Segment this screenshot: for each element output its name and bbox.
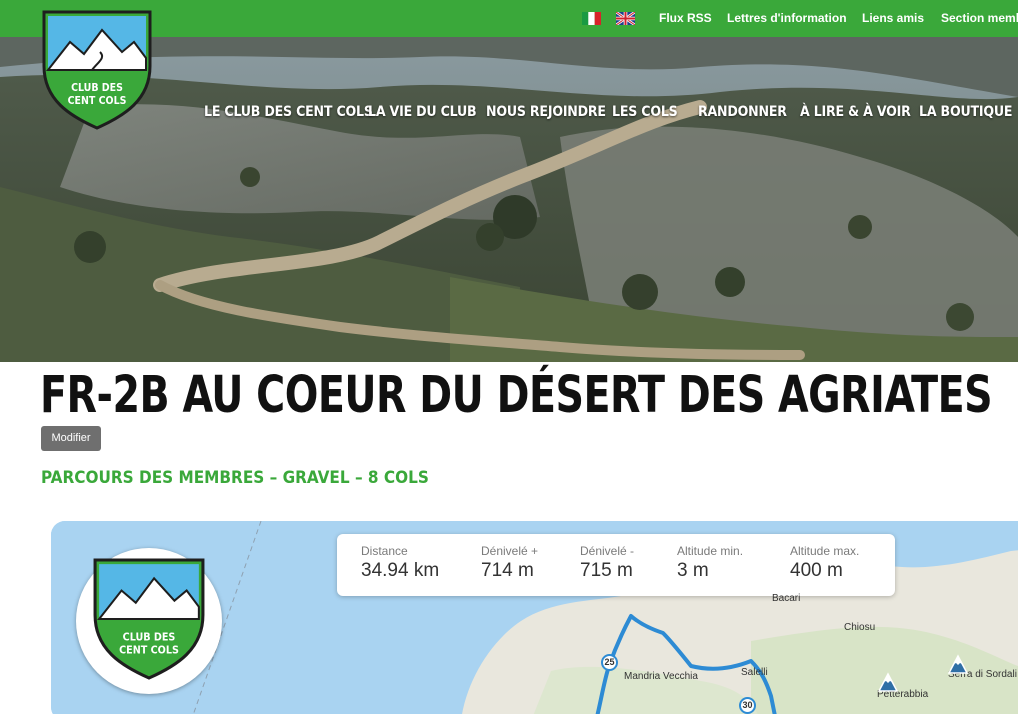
stat-distance: Distance 34.94 km: [361, 544, 439, 582]
stat-distance-label: Distance: [361, 544, 408, 558]
route-map[interactable]: CLUB DES CENT COLS Distance 34.94 km Dén…: [51, 521, 1018, 714]
nav-passes[interactable]: LES COLS: [612, 104, 678, 120]
stat-min-altitude-value: 3 m: [677, 560, 709, 581]
route-marker[interactable]: 30: [739, 697, 756, 714]
stat-elevation-loss-value: 715 m: [580, 560, 633, 581]
stat-max-altitude-value: 400 m: [790, 560, 843, 581]
page-title: FR-2B AU COEUR DU DÉSERT DES AGRIATES: [40, 366, 993, 425]
newsletter-link[interactable]: Lettres d'information: [727, 11, 847, 25]
friends-links-link[interactable]: Liens amis: [862, 11, 924, 25]
italian-flag-icon[interactable]: [582, 12, 601, 25]
nav-club-life[interactable]: LA VIE DU CLUB: [368, 104, 477, 120]
stat-elevation-gain-label: Dénivelé +: [481, 544, 539, 558]
nav-join[interactable]: NOUS REJOINDRE: [486, 104, 606, 120]
stat-elevation-gain: Dénivelé + 714 m: [481, 544, 538, 582]
stat-elevation-loss: Dénivelé - 715 m: [580, 544, 634, 582]
stat-min-altitude: Altitude min. 3 m: [677, 544, 743, 582]
mountain-pass-icon[interactable]: [877, 671, 899, 693]
stat-max-altitude-label: Altitude max.: [790, 544, 860, 558]
uk-flag-icon[interactable]: [616, 12, 635, 25]
map-logo-text-line2: CENT COLS: [119, 644, 179, 657]
rss-feed-link[interactable]: Flux RSS: [659, 11, 712, 25]
mountain-pass-icon[interactable]: [947, 653, 969, 675]
logo-text-line1: CLUB DES: [71, 82, 123, 94]
nav-shop[interactable]: LA BOUTIQUE: [919, 104, 1013, 120]
route-marker[interactable]: 25: [601, 654, 618, 671]
place-mandria-vecchia: Mandria Vecchia: [624, 671, 698, 682]
stat-max-altitude: Altitude max. 400 m: [790, 544, 859, 582]
map-club-logo: CLUB DES CENT COLS: [93, 558, 205, 680]
nav-hiking[interactable]: RANDONNER: [698, 104, 787, 120]
place-salelli: Salelli: [741, 667, 768, 678]
stat-elevation-loss-label: Dénivelé -: [580, 544, 635, 558]
place-bacari: Bacari: [772, 593, 801, 604]
club-logo[interactable]: CLUB DES CENT COLS: [40, 8, 154, 130]
logo-text-line2: CENT COLS: [68, 95, 127, 107]
stat-distance-value: 34.94 km: [361, 560, 440, 581]
stat-min-altitude-label: Altitude min.: [677, 544, 744, 558]
nav-read-watch[interactable]: À LIRE & À VOIR: [800, 104, 911, 120]
stat-elevation-gain-value: 714 m: [481, 560, 534, 581]
edit-button[interactable]: Modifier: [41, 426, 101, 451]
nav-club[interactable]: LE CLUB DES CENT COLS: [204, 104, 373, 120]
members-section-link[interactable]: Section memb: [941, 11, 1018, 25]
page-subtitle: PARCOURS DES MEMBRES – GRAVEL – 8 COLS: [41, 468, 429, 488]
map-logo-text-line1: CLUB DES: [123, 630, 176, 643]
place-chiosu: Chiosu: [844, 622, 876, 633]
route-stats-panel: Distance 34.94 km Dénivelé + 714 m Déniv…: [337, 534, 895, 596]
